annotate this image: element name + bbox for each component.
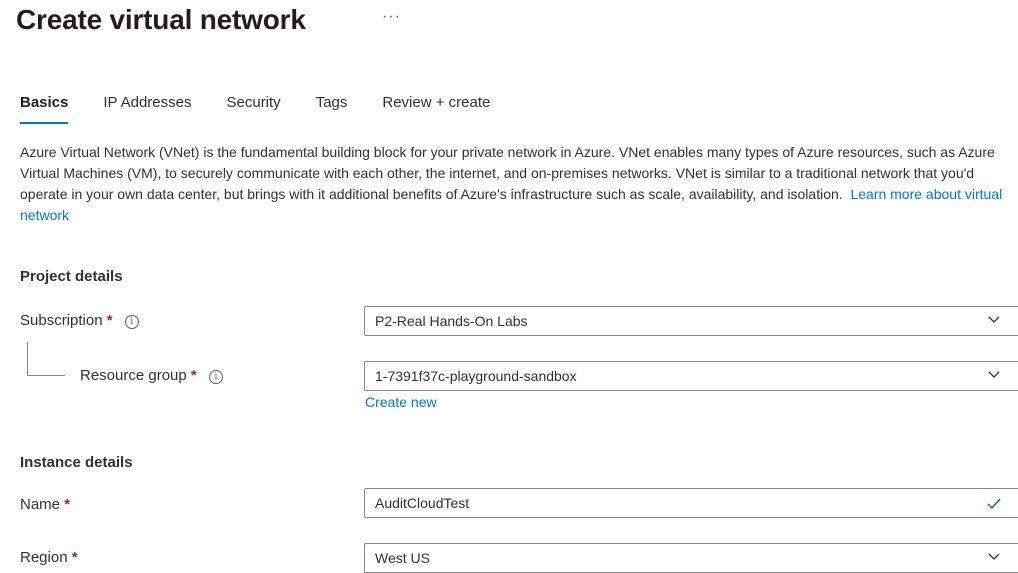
name-value: AuditCloudTest bbox=[375, 495, 470, 511]
name-input[interactable]: AuditCloudTest bbox=[364, 488, 1018, 518]
instance-details-heading: Instance details bbox=[20, 454, 133, 471]
intro-text: Azure Virtual Network (VNet) is the fund… bbox=[20, 144, 995, 202]
intro-paragraph: Azure Virtual Network (VNet) is the fund… bbox=[20, 142, 1016, 226]
project-details-heading: Project details bbox=[20, 268, 123, 285]
required-marker: * bbox=[106, 312, 113, 329]
tab-security[interactable]: Security bbox=[227, 92, 281, 128]
subscription-label: Subscription * i bbox=[20, 312, 139, 329]
tree-connector-horizontal bbox=[27, 375, 65, 376]
resource-group-value: 1-7391f37c-playground-sandbox bbox=[375, 368, 577, 384]
chevron-down-icon bbox=[988, 553, 1000, 560]
tree-connector-vertical bbox=[27, 342, 28, 376]
page-title: Create virtual network bbox=[16, 4, 306, 35]
region-value: West US bbox=[375, 550, 430, 566]
required-marker: * bbox=[190, 367, 197, 384]
info-icon[interactable]: i bbox=[124, 315, 139, 329]
tab-review-create[interactable]: Review + create bbox=[382, 92, 490, 128]
region-label-text: Region bbox=[20, 549, 68, 566]
region-label: Region * bbox=[20, 549, 78, 566]
tab-ip-addresses[interactable]: IP Addresses bbox=[103, 92, 191, 128]
info-icon[interactable]: i bbox=[208, 370, 223, 384]
resource-group-label: Resource group * i bbox=[80, 367, 223, 384]
checkmark-icon bbox=[987, 498, 1001, 509]
subscription-label-text: Subscription bbox=[20, 312, 103, 329]
tab-bar: Basics IP Addresses Security Tags Review… bbox=[20, 92, 525, 128]
subscription-select[interactable]: P2-Real Hands-On Labs bbox=[364, 306, 1018, 336]
chevron-down-icon bbox=[988, 371, 1000, 378]
required-marker: * bbox=[64, 496, 71, 513]
resource-group-label-text: Resource group bbox=[80, 367, 187, 384]
resource-group-select[interactable]: 1-7391f37c-playground-sandbox bbox=[364, 361, 1018, 391]
tab-basics[interactable]: Basics bbox=[20, 92, 69, 128]
subscription-value: P2-Real Hands-On Labs bbox=[375, 313, 528, 329]
region-select[interactable]: West US bbox=[364, 543, 1018, 573]
more-options-button[interactable]: ··· bbox=[382, 8, 401, 26]
required-marker: * bbox=[71, 549, 78, 566]
create-new-link[interactable]: Create new bbox=[365, 394, 437, 410]
chevron-down-icon bbox=[988, 316, 1000, 323]
name-label: Name * bbox=[20, 496, 70, 513]
tab-tags[interactable]: Tags bbox=[316, 92, 348, 128]
name-label-text: Name bbox=[20, 496, 61, 513]
